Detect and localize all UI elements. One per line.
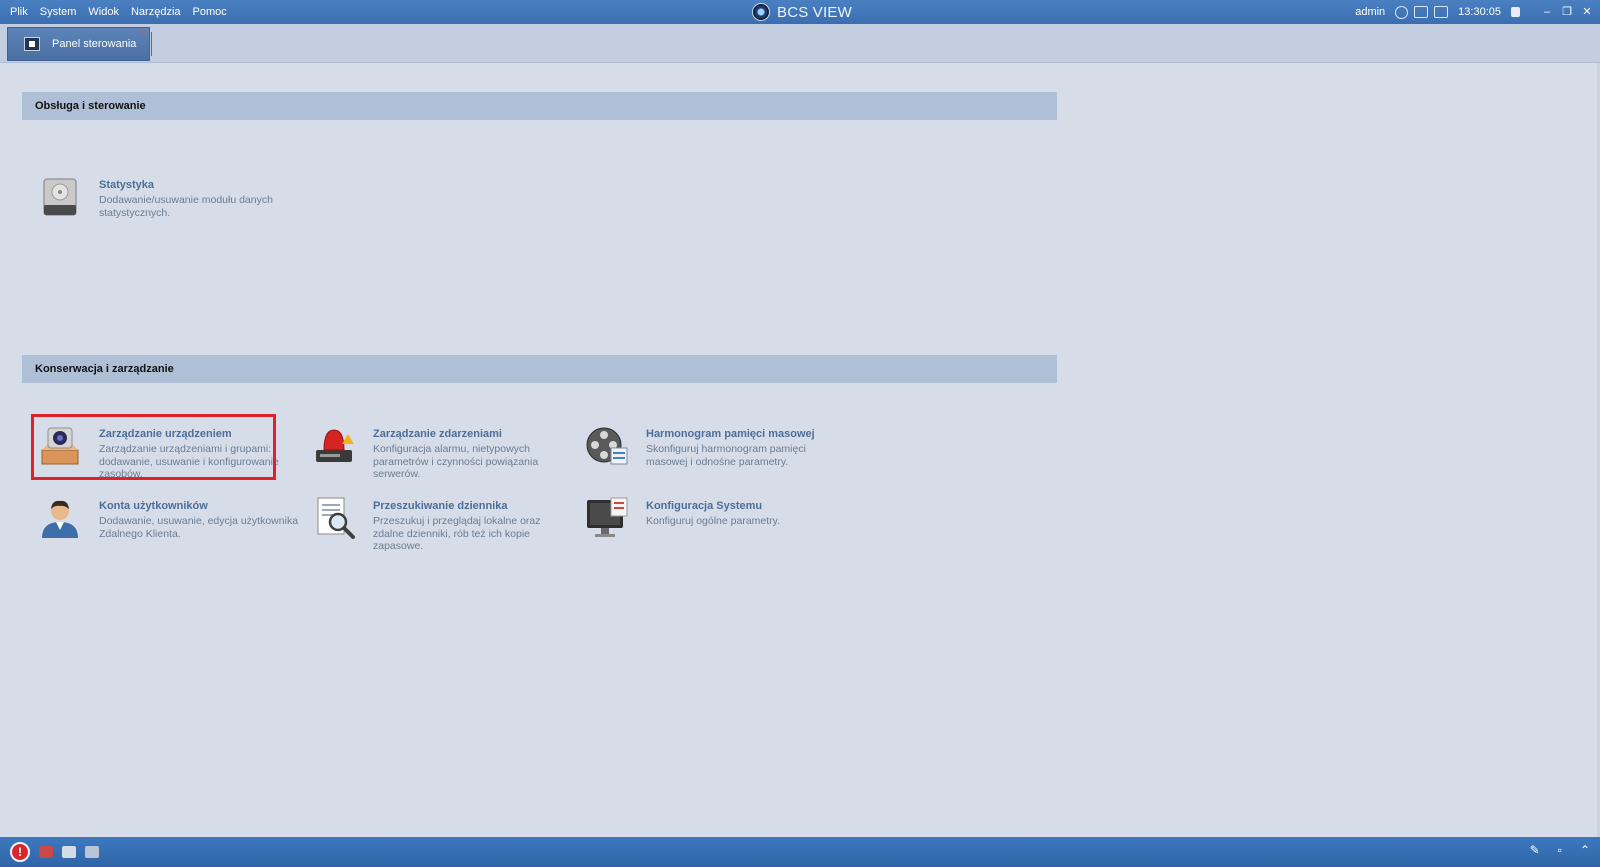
menu-bar: Plik System Widok Narzędzia Pomoc — [4, 0, 233, 24]
item-title: Przeszukiwanie dziennika — [373, 500, 508, 512]
expand-up-icon[interactable]: ⌃ — [1580, 843, 1590, 857]
item-title: Statystyka — [99, 179, 155, 191]
item-text: Konfiguracja Systemu Konfiguruj ogólne p… — [646, 500, 846, 528]
item-title: Konta użytkowników — [99, 500, 208, 512]
item-title: Harmonogram pamięci masowej — [646, 428, 815, 440]
title-bar: Plik System Widok Narzędzia Pomoc BCS VI… — [0, 0, 1600, 24]
menu-pomoc[interactable]: Pomoc — [187, 0, 233, 24]
item-konta-uzytkownikow[interactable]: Konta użytkowników Dodawanie, usuwanie, … — [30, 496, 298, 560]
window-mode-icon[interactable]: ▫ — [1558, 843, 1562, 857]
tray-area: admin 13:30:05 – ❐ ✕ — [1355, 0, 1594, 24]
item-zarzadzanie-zdarzeniami[interactable]: Zarządzanie zdarzeniami Konfiguracja ala… — [304, 424, 554, 488]
item-text: Konta użytkowników Dodawanie, usuwanie, … — [99, 500, 299, 540]
item-desc: Konfiguracja alarmu, nietypowych paramet… — [373, 443, 539, 480]
log-search-icon — [317, 497, 355, 539]
menu-narzedzia[interactable]: Narzędzia — [125, 0, 187, 24]
item-text: Statystyka Dodawanie/usuwanie modułu dan… — [99, 179, 299, 219]
tab-close-icon[interactable]: ✕ — [140, 29, 147, 37]
menu-widok[interactable]: Widok — [82, 0, 125, 24]
item-desc: Konfiguruj ogólne parametry. — [646, 515, 781, 527]
app-title: BCS VIEW — [752, 0, 852, 24]
system-monitor-icon — [587, 497, 628, 537]
globe-icon[interactable] — [1395, 5, 1409, 19]
tab-panel-sterowania[interactable]: Panel sterowania ✕ — [7, 27, 150, 61]
item-harmonogram[interactable]: Harmonogram pamięci masowej Skonfiguruj … — [577, 424, 827, 488]
message-icon[interactable] — [62, 846, 76, 858]
hard-drive-icon — [43, 178, 77, 216]
restore-button[interactable]: ❐ — [1560, 5, 1574, 19]
item-przeszukiwanie-dziennika[interactable]: Przeszukiwanie dziennika Przeszukuj i pr… — [304, 496, 554, 560]
item-desc: Dodawanie/usuwanie modułu danych statyst… — [99, 194, 273, 219]
status-bar: ! ✎ ▫ ⌃ — [0, 837, 1600, 867]
item-desc: Dodawanie, usuwanie, edycja użytkownika … — [99, 515, 299, 540]
alarm-siren-icon — [316, 429, 354, 462]
alarm-warning-icon[interactable]: ! — [10, 842, 30, 862]
close-button[interactable]: ✕ — [1580, 5, 1594, 19]
tab-strip: Panel sterowania ✕ — [0, 24, 1600, 63]
user-name[interactable]: admin — [1355, 6, 1385, 18]
cpu-icon[interactable] — [1414, 6, 1429, 18]
clock: 13:30:05 — [1458, 6, 1501, 18]
film-reel-schedule-icon — [586, 427, 628, 465]
highlight-frame — [31, 414, 276, 480]
item-statystyka[interactable]: Statystyka Dodawanie/usuwanie modułu dan… — [30, 175, 280, 239]
item-desc: Skonfiguruj harmonogram pamięci masowej … — [646, 443, 806, 468]
status-left: ! — [10, 842, 99, 862]
minimize-button[interactable]: – — [1540, 5, 1554, 19]
item-text: Zarządzanie zdarzeniami Konfiguracja ala… — [373, 428, 573, 481]
item-title: Zarządzanie zdarzeniami — [373, 428, 502, 440]
alarm-event-icon[interactable] — [39, 846, 53, 858]
section-header-konserwacja: Konserwacja i zarządzanie — [22, 355, 1057, 383]
lock-icon[interactable] — [1511, 7, 1520, 17]
item-konfiguracja-systemu[interactable]: Konfiguracja Systemu Konfiguruj ogólne p… — [577, 496, 827, 560]
item-title: Konfiguracja Systemu — [646, 500, 763, 512]
status-right: ✎ ▫ ⌃ — [1530, 843, 1590, 857]
section-header-obsluga: Obsługa i sterowanie — [22, 92, 1057, 120]
home-icon — [24, 37, 40, 51]
menu-plik[interactable]: Plik — [4, 0, 34, 24]
menu-system[interactable]: System — [34, 0, 83, 24]
keyboard-icon[interactable] — [1434, 6, 1449, 18]
app-logo-icon — [752, 3, 770, 21]
tab-separator — [151, 32, 152, 56]
item-desc: Przeszukuj i przeglądaj lokalne oraz zda… — [373, 515, 541, 552]
item-text: Harmonogram pamięci masowej Skonfiguruj … — [646, 428, 846, 468]
app-title-text: BCS VIEW — [777, 3, 852, 21]
user-icon — [42, 500, 78, 538]
speaker-mute-icon[interactable] — [85, 846, 99, 858]
pin-icon[interactable]: ✎ — [1530, 843, 1540, 857]
tab-label: Panel sterowania — [52, 38, 137, 50]
item-text: Przeszukiwanie dziennika Przeszukuj i pr… — [373, 500, 573, 553]
